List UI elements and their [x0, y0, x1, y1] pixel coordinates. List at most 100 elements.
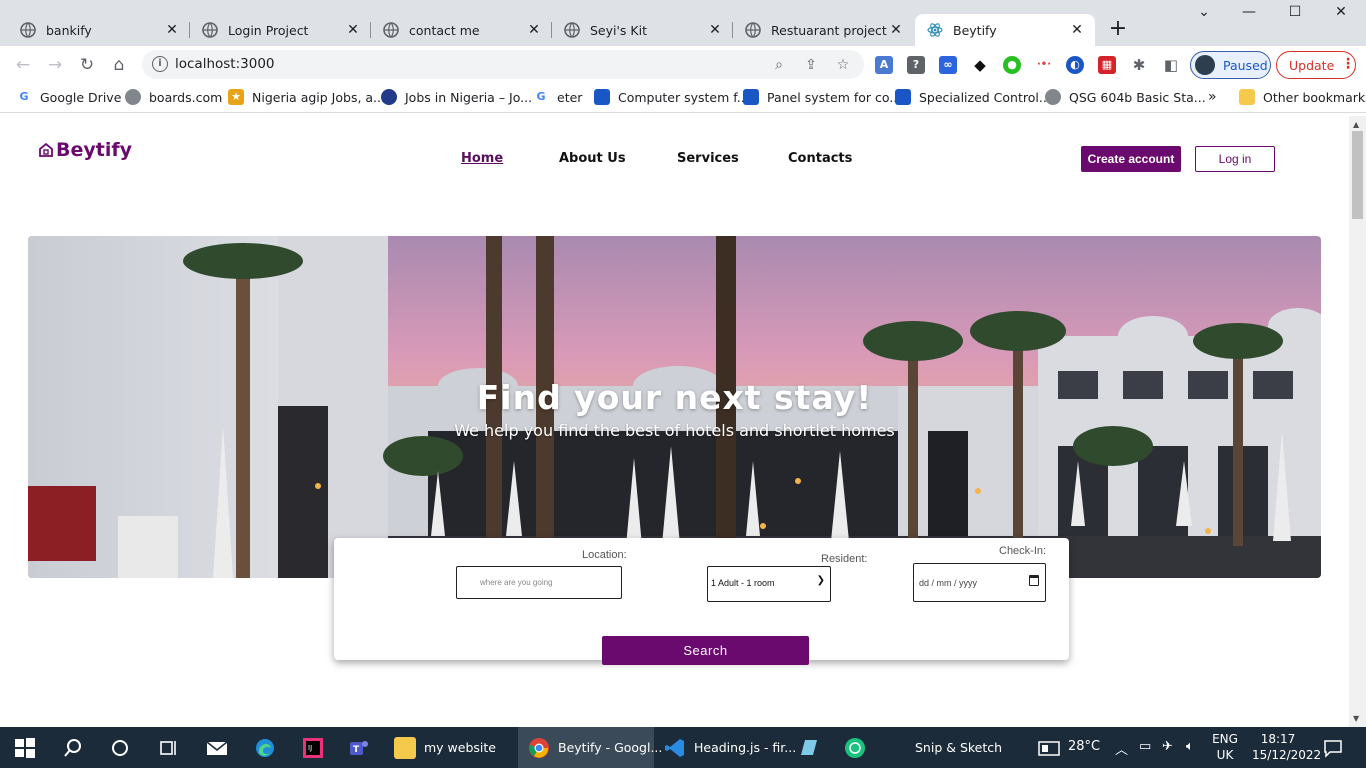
close-tab-icon[interactable]: ✕	[345, 22, 361, 38]
reload-button[interactable]: ↻	[76, 54, 98, 76]
browser-tab[interactable]: Seyi's Kit ✕	[552, 14, 733, 46]
extension-icon[interactable]: ▦	[1098, 56, 1116, 74]
bookmark-item[interactable]: Specialized Control...	[895, 89, 1051, 105]
notification-icon[interactable]	[1322, 737, 1344, 759]
bookmark-item[interactable]: boards.com	[125, 89, 222, 105]
chatgpt-icon[interactable]	[844, 737, 866, 759]
new-tab-button[interactable]: +	[1106, 18, 1130, 42]
nav-home[interactable]: Home	[461, 151, 503, 166]
globe-icon	[125, 89, 141, 105]
location-input[interactable]: where are you going	[456, 566, 622, 599]
volume-icon[interactable]: 🔈︎	[1186, 739, 1194, 754]
taskbar-app-active[interactable]: Beytify - Googl...	[518, 727, 662, 768]
svg-text:T: T	[353, 745, 360, 755]
bookmark-item[interactable]: ★ Nigeria agip Jobs, a...	[228, 89, 385, 105]
notepad-icon[interactable]	[798, 737, 820, 759]
minimize-button[interactable]: —	[1226, 4, 1272, 20]
vscode-icon	[665, 738, 684, 757]
page-scrollbar[interactable]: ▲ ▼	[1349, 116, 1366, 727]
bookmark-item[interactable]: Jobs in Nigeria – Jo...	[381, 89, 532, 105]
bookmark-item[interactable]: Computer system f...	[594, 89, 749, 105]
browser-tab[interactable]: contact me ✕	[371, 14, 552, 46]
close-tab-icon[interactable]: ✕	[707, 22, 723, 38]
browser-tab-active[interactable]: Beytify ✕	[915, 14, 1095, 46]
close-tab-icon[interactable]: ✕	[526, 22, 542, 38]
weather-temperature[interactable]: 28°C	[1068, 739, 1100, 754]
close-tab-icon[interactable]: ✕	[888, 22, 904, 38]
extension-icon[interactable]: ●	[1003, 56, 1021, 74]
taskbar-app[interactable]: Heading.js - fir...	[654, 727, 796, 768]
close-tab-icon[interactable]: ✕	[1069, 22, 1085, 38]
taskbar-app[interactable]: Snip & Sketch	[905, 727, 1015, 768]
bookmark-item[interactable]: Geter	[533, 89, 582, 105]
puzzle-icon[interactable]: ✱	[1130, 56, 1148, 74]
nav-about-us[interactable]: About Us	[559, 151, 626, 166]
zoom-icon[interactable]: ⌕	[770, 56, 788, 74]
more-icon: ⋮	[1341, 56, 1355, 72]
globe-icon	[1045, 89, 1061, 105]
globe-icon	[564, 22, 580, 38]
doc-icon	[594, 89, 610, 105]
git-extension-icon[interactable]: ◆	[971, 56, 989, 74]
calendar-icon[interactable]	[1029, 575, 1039, 586]
taskbar-app[interactable]: my website	[384, 727, 514, 768]
update-button[interactable]: Update ⋮	[1276, 51, 1356, 79]
brand-logo[interactable]: Beytify	[38, 139, 132, 161]
other-bookmarks[interactable]: Other bookmarks	[1239, 89, 1366, 105]
extension-icon[interactable]: ∞	[939, 56, 957, 74]
cortana-icon[interactable]	[109, 737, 131, 759]
checkin-date-input[interactable]: dd / mm / yyyy	[913, 563, 1046, 602]
search-icon[interactable]	[62, 737, 84, 759]
url-text[interactable]: localhost:3000	[175, 56, 275, 72]
bookmark-item[interactable]: QSG 604b Basic Sta...	[1045, 89, 1206, 105]
mail-icon[interactable]	[206, 737, 228, 759]
extension-icon[interactable]: A	[875, 56, 893, 74]
address-bar[interactable]: i localhost:3000 ⌕ ⇪ ☆	[142, 50, 864, 79]
nav-contacts[interactable]: Contacts	[788, 151, 852, 166]
bookmark-label: Jobs in Nigeria – Jo...	[405, 89, 533, 105]
edge-icon[interactable]	[254, 737, 276, 759]
share-icon[interactable]: ⇪	[802, 56, 820, 74]
language-indicator[interactable]: ENG UK	[1205, 731, 1245, 763]
home-button[interactable]: ⌂	[108, 54, 130, 76]
bookmark-item[interactable]: Panel system for co...	[743, 89, 901, 105]
scroll-down-icon[interactable]: ▼	[1353, 714, 1359, 723]
chevron-down-icon[interactable]: ⌄	[1181, 4, 1227, 20]
profile-button[interactable]: Paused	[1190, 51, 1271, 79]
login-button[interactable]: Log in	[1195, 146, 1275, 172]
system-clock[interactable]: 18:17 15/12/2022	[1252, 731, 1321, 763]
search-button[interactable]: Search	[602, 636, 809, 665]
scroll-up-icon[interactable]: ▲	[1353, 120, 1359, 129]
bookmark-item[interactable]: G Google Drive	[16, 89, 121, 105]
info-icon[interactable]: i	[152, 56, 168, 72]
create-account-button[interactable]: Create account	[1081, 146, 1181, 172]
chevron-up-icon[interactable]: ︿	[1115, 739, 1128, 758]
nav-services[interactable]: Services	[677, 151, 739, 166]
windows-start-icon[interactable]	[14, 737, 36, 759]
bookmarks-overflow-button[interactable]: »	[1208, 89, 1217, 105]
back-button[interactable]: ←	[12, 54, 34, 76]
teams-icon[interactable]: T	[348, 737, 370, 759]
checkin-label: Check-In:	[999, 545, 1047, 557]
browser-tab[interactable]: bankify ✕	[8, 14, 190, 46]
browser-tab[interactable]: Restuarant project ✕	[733, 14, 914, 46]
star-icon[interactable]: ☆	[834, 56, 852, 74]
browser-tab[interactable]: Login Project ✕	[190, 14, 371, 46]
scrollbar-thumb[interactable]	[1352, 131, 1363, 219]
sidepanel-icon[interactable]: ◧	[1162, 56, 1180, 74]
maximize-button[interactable]: ☐	[1272, 4, 1318, 20]
weather-icon[interactable]	[1038, 737, 1060, 759]
help-extension-icon[interactable]: ?	[907, 56, 925, 74]
airplane-icon[interactable]: ✈	[1162, 739, 1173, 754]
battery-icon[interactable]: ▭	[1139, 739, 1151, 754]
extension-icon[interactable]: ·•·	[1035, 56, 1053, 74]
resident-select[interactable]: 1 Adult - 1 room ❯	[707, 566, 831, 602]
close-tab-icon[interactable]: ✕	[164, 22, 180, 38]
task-view-icon[interactable]	[157, 737, 179, 759]
bookmark-label: Google Drive	[40, 89, 122, 105]
extension-icon[interactable]: ◐	[1066, 56, 1084, 74]
intellij-icon[interactable]: IJ	[302, 737, 324, 759]
close-window-button[interactable]: ✕	[1318, 4, 1364, 20]
checkin-placeholder: dd / mm / yyyy	[919, 578, 978, 588]
forward-button[interactable]: →	[44, 54, 66, 76]
